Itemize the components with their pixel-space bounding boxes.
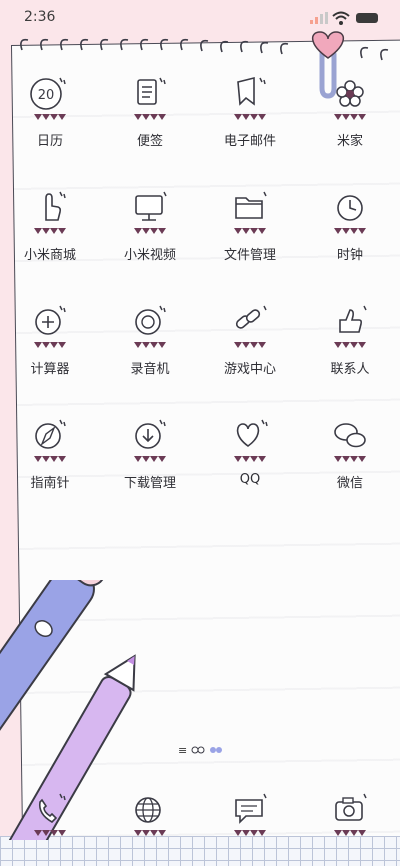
home-screen: 2:36 20 日历 便签 电子邮件 米家 小米商城 小米视频 文件管理 时钟 … <box>0 0 400 866</box>
app-label: 文件管理 <box>223 248 276 263</box>
page-indicator[interactable]: ≡ <box>178 742 228 758</box>
phone-icon <box>34 793 66 836</box>
app-compass[interactable]: 指南针 <box>0 416 100 516</box>
clock-icon <box>334 195 366 234</box>
menu-lines-icon: ≡ <box>178 743 188 757</box>
status-bar: 2:36 <box>0 0 400 34</box>
flower-dot-active-icon <box>210 747 223 753</box>
app-mi-video[interactable]: 小米视频 <box>100 188 200 288</box>
dock-messages[interactable] <box>200 790 300 840</box>
battery-icon <box>356 13 378 23</box>
game-link-icon <box>234 305 267 348</box>
compass-icon <box>34 419 66 462</box>
app-label: 计算器 <box>30 362 70 377</box>
status-time: 2:36 <box>24 9 56 25</box>
notes-icon <box>134 77 166 120</box>
app-label: 便签 <box>136 134 163 149</box>
grid-paper-decoration <box>0 836 400 866</box>
app-file-manager[interactable]: 文件管理 <box>200 188 300 288</box>
app-label: 米家 <box>336 134 363 149</box>
calculator-plus-icon <box>34 305 66 348</box>
app-label: 电子邮件 <box>223 134 276 149</box>
download-icon <box>134 419 166 462</box>
app-label: 下载管理 <box>123 476 176 491</box>
dock-browser[interactable] <box>100 790 200 840</box>
app-clock[interactable]: 时钟 <box>300 188 400 288</box>
app-label: 指南针 <box>30 476 70 491</box>
app-calendar[interactable]: 20 日历 <box>0 74 100 174</box>
flower-dot-icon <box>191 746 205 754</box>
app-contacts[interactable]: 联系人 <box>300 302 400 402</box>
app-label: 时钟 <box>336 248 363 263</box>
camera-icon <box>334 793 367 836</box>
calendar-icon: 20 <box>30 77 66 120</box>
app-email[interactable]: 电子邮件 <box>200 74 300 174</box>
app-label: 日历 <box>36 134 63 149</box>
app-mi-store[interactable]: 小米商城 <box>0 188 100 288</box>
app-label: 小米商城 <box>23 248 76 263</box>
video-monitor-icon <box>134 191 167 234</box>
messages-icon <box>234 793 267 836</box>
email-icon <box>234 76 266 120</box>
dock-camera[interactable] <box>300 790 400 840</box>
app-wechat[interactable]: 微信 <box>300 416 400 516</box>
app-label: 游戏中心 <box>223 362 276 377</box>
heart-icon <box>234 419 268 462</box>
svg-text:20: 20 <box>38 88 55 103</box>
browser-globe-icon <box>134 797 166 836</box>
app-calculator[interactable]: 计算器 <box>0 302 100 402</box>
signal-icon <box>310 12 328 24</box>
chat-bubbles-icon <box>334 423 366 462</box>
heart-clip-decoration <box>312 31 344 99</box>
app-game-center[interactable]: 游戏中心 <box>200 302 300 402</box>
app-label: 微信 <box>336 476 363 491</box>
recorder-icon <box>134 305 166 348</box>
dock <box>0 790 400 840</box>
wifi-icon <box>332 11 350 25</box>
app-label: QQ <box>239 472 261 487</box>
app-label: 联系人 <box>330 362 370 377</box>
shop-hand-icon <box>34 191 66 234</box>
app-label: 小米视频 <box>123 248 176 263</box>
folder-icon <box>234 191 267 234</box>
app-label: 录音机 <box>130 362 170 377</box>
app-downloads[interactable]: 下载管理 <box>100 416 200 516</box>
dock-phone[interactable] <box>0 790 100 840</box>
app-notes[interactable]: 便签 <box>100 74 200 174</box>
app-recorder[interactable]: 录音机 <box>100 302 200 402</box>
thumbs-up-icon <box>334 305 367 348</box>
app-qq[interactable]: QQ <box>200 416 300 516</box>
